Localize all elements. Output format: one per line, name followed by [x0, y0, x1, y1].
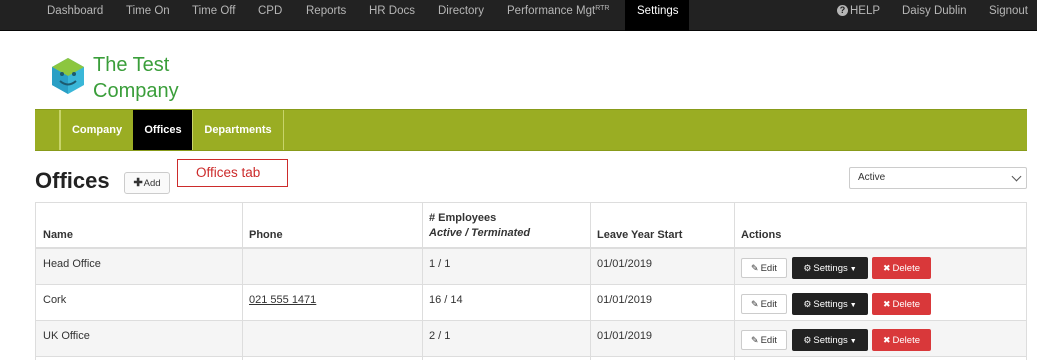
settings-dropdown-button[interactable]: ⚙ Settings ▼ — [792, 257, 868, 279]
gear-icon: ⚙ — [803, 263, 812, 273]
close-icon: ✖ — [882, 263, 891, 273]
nav-performance[interactable]: Performance MgtRTR — [495, 0, 621, 31]
nav-user[interactable]: Daisy Dublin — [890, 0, 979, 31]
nav-reports[interactable]: Reports — [294, 0, 358, 31]
plus-icon: ✚ — [133, 177, 143, 189]
header-leave-year[interactable]: Leave Year Start — [597, 229, 682, 241]
header-name[interactable]: Name — [43, 229, 73, 241]
nav-performance-sup: RTR — [595, 5, 610, 12]
header-employees-sub: Active / Terminated — [429, 227, 531, 239]
close-icon: ✖ — [882, 335, 891, 345]
office-employees: 1 / 1 — [429, 258, 451, 270]
settings-label: Settings — [813, 335, 848, 346]
edit-button[interactable]: ✎ Edit — [741, 330, 787, 350]
settings-dropdown-button[interactable]: ⚙ Settings ▼ — [792, 329, 868, 351]
nav-cpd[interactable]: CPD — [246, 0, 294, 31]
chevron-down-icon — [1011, 171, 1022, 182]
tab-offices[interactable]: Offices — [133, 110, 192, 150]
gear-icon: ⚙ — [803, 335, 812, 345]
status-filter-select[interactable]: Active — [849, 167, 1027, 189]
tab-departments[interactable]: Departments — [192, 110, 283, 150]
edit-button[interactable]: ✎ Edit — [741, 294, 787, 314]
office-name: Head Office — [43, 258, 101, 270]
subnav-divider — [283, 110, 284, 150]
nav-hr-docs[interactable]: HR Docs — [357, 0, 427, 31]
delete-button[interactable]: ✖ Delete — [872, 257, 931, 279]
settings-dropdown-button[interactable]: ⚙ Settings ▼ — [792, 293, 868, 315]
office-name: UK Office — [43, 330, 90, 342]
office-employees: 16 / 14 — [429, 294, 463, 306]
edit-icon: ✎ — [751, 263, 759, 273]
office-employees: 2 / 1 — [429, 330, 451, 342]
gear-icon: ⚙ — [803, 299, 812, 309]
nav-dashboard[interactable]: Dashboard — [35, 0, 115, 31]
nav-signout[interactable]: Signout — [977, 0, 1037, 31]
nav-directory[interactable]: Directory — [426, 0, 496, 31]
help-icon: ? — [837, 5, 848, 16]
nav-help[interactable]: ? HELP — [825, 0, 892, 31]
company-logo-icon — [52, 58, 84, 94]
close-icon: ✖ — [882, 299, 891, 309]
settings-label: Settings — [813, 299, 848, 310]
table-row: Cork 021 555 1471 16 / 14 01/01/2019 ✎ Ed… — [36, 285, 1026, 321]
edit-label: Edit — [760, 335, 777, 346]
caret-down-icon: ▼ — [849, 302, 857, 309]
office-leave-start: 01/01/2019 — [597, 258, 653, 270]
column-divider — [590, 203, 591, 360]
company-name-line1: The Test — [93, 54, 170, 76]
nav-time-on[interactable]: Time On — [114, 0, 182, 31]
nav-performance-label: Performance Mgt — [507, 5, 596, 17]
caret-down-icon: ▼ — [849, 338, 857, 345]
company-name: The Test Company — [93, 52, 179, 104]
add-button-label: Add — [143, 178, 161, 189]
add-office-button[interactable]: ✚Add — [124, 172, 170, 194]
column-divider — [422, 203, 423, 360]
header-employees-label: # Employees — [429, 212, 497, 224]
tab-company[interactable]: Company — [60, 110, 133, 150]
company-name-line2: Company — [93, 80, 179, 102]
table-header-row: Name Phone # Employees Active / Terminat… — [36, 203, 1026, 249]
annotation-callout: Offices tab — [177, 159, 288, 187]
nav-settings[interactable]: Settings — [625, 0, 689, 31]
settings-label: Settings — [813, 263, 848, 274]
settings-subnav: Company Offices Departments — [35, 109, 1027, 151]
delete-button[interactable]: ✖ Delete — [872, 293, 931, 315]
nav-help-label: HELP — [850, 5, 881, 17]
caret-down-icon: ▼ — [849, 266, 857, 273]
status-filter-value: Active — [858, 172, 886, 183]
column-divider — [242, 203, 243, 360]
office-leave-start: 01/01/2019 — [597, 294, 653, 306]
header-employees[interactable]: # Employees Active / Terminated — [429, 212, 530, 239]
delete-label: Delete — [892, 263, 920, 274]
delete-label: Delete — [892, 335, 920, 346]
delete-button[interactable]: ✖ Delete — [872, 329, 931, 351]
edit-icon: ✎ — [751, 299, 759, 309]
office-phone[interactable]: 021 555 1471 — [249, 285, 316, 315]
office-leave-start: 01/01/2019 — [597, 330, 653, 342]
header-phone[interactable]: Phone — [249, 229, 283, 241]
top-navbar: Dashboard Time On Time Off CPD Reports H… — [0, 0, 1037, 31]
nav-time-off[interactable]: Time Off — [180, 0, 247, 31]
header-actions: Actions — [741, 229, 782, 241]
edit-label: Edit — [760, 263, 777, 274]
office-name: Cork — [43, 294, 67, 306]
table-row: Head Office 1 / 1 01/01/2019 ✎ Edit ⚙ Sett… — [36, 249, 1026, 285]
offices-table: Name Phone # Employees Active / Terminat… — [35, 202, 1027, 360]
edit-label: Edit — [760, 299, 777, 310]
edit-button[interactable]: ✎ Edit — [741, 258, 787, 278]
column-divider — [734, 203, 735, 360]
page-title: Offices — [35, 168, 110, 193]
edit-icon: ✎ — [751, 335, 759, 345]
delete-label: Delete — [892, 299, 920, 310]
table-row: UK Office 2 / 1 01/01/2019 ✎ Edit ⚙ Settin… — [36, 321, 1026, 357]
